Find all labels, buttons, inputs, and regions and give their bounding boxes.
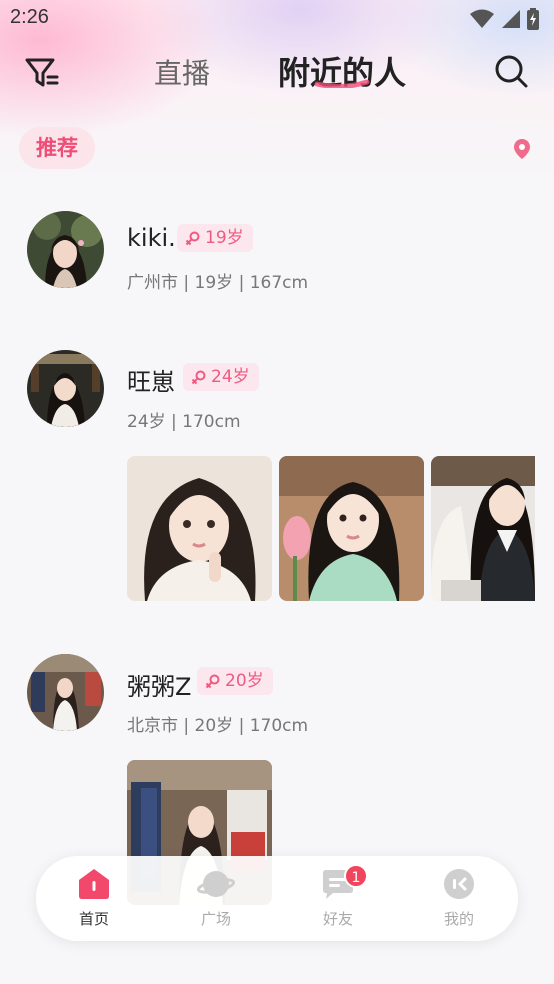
search-icon: [495, 55, 528, 88]
avatar[interactable]: [27, 654, 104, 731]
avatar[interactable]: [27, 211, 104, 288]
user-meta: 广州市 | 19岁 | 167cm: [127, 273, 309, 293]
age-badge: 24岁: [183, 363, 259, 391]
user-meta: 24岁 | 170cm: [127, 412, 241, 432]
age-badge-text: 20岁: [225, 671, 264, 691]
tab-friends[interactable]: 1 好友: [298, 864, 378, 929]
wifi-icon: [470, 9, 494, 28]
signal-icon: [502, 10, 520, 28]
user-name: 粥粥Z: [127, 673, 192, 701]
tab-label: 好友: [322, 910, 353, 928]
search-button[interactable]: [492, 52, 530, 90]
notification-badge: 1: [344, 864, 368, 888]
tab-label: 我的: [443, 910, 474, 928]
status-time: 2:26: [10, 6, 49, 28]
female-gender-icon: [191, 370, 206, 385]
location-pin-icon[interactable]: [513, 138, 531, 160]
home-icon: [79, 869, 109, 899]
active-tab-indicator: [314, 79, 370, 88]
status-icons: [470, 8, 540, 30]
status-bar: 2:26: [0, 0, 554, 38]
avatar[interactable]: [27, 350, 104, 427]
user-photo[interactable]: [127, 456, 272, 601]
filter-icon: [25, 58, 59, 87]
planet-icon: [196, 871, 236, 897]
age-badge: 20岁: [197, 667, 273, 695]
filter-button[interactable]: [22, 52, 62, 92]
top-nav: 直播 附近的人: [0, 46, 554, 102]
user-meta: 北京市 | 20岁 | 170cm: [127, 716, 309, 736]
user-name: 旺崽: [127, 368, 175, 396]
tab-label: 广场: [200, 910, 231, 928]
age-badge-text: 24岁: [211, 367, 250, 387]
recommend-chip[interactable]: 推荐: [19, 127, 95, 169]
profile-icon: [444, 869, 474, 899]
user-card[interactable]: 旺崽 24岁 24岁 | 170cm: [0, 349, 554, 609]
user-photo[interactable]: [279, 456, 424, 601]
bottom-tab-bar: 首页 广场 1 好友 我的: [36, 856, 518, 941]
user-name: kiki.: [127, 224, 176, 252]
age-badge: 19岁: [177, 224, 253, 252]
battery-icon: [527, 8, 539, 30]
tab-live[interactable]: 直播: [154, 52, 210, 92]
female-gender-icon: [205, 674, 220, 689]
female-gender-icon: [185, 231, 200, 246]
tab-mine[interactable]: 我的: [419, 868, 499, 929]
age-badge-text: 19岁: [205, 228, 244, 248]
tab-label: 首页: [78, 910, 109, 928]
user-card[interactable]: kiki. 19岁 广州市 | 19岁 | 167cm: [0, 210, 554, 310]
tab-square[interactable]: 广场: [176, 868, 256, 929]
tab-home[interactable]: 首页: [54, 868, 134, 929]
user-photo[interactable]: [431, 456, 535, 601]
